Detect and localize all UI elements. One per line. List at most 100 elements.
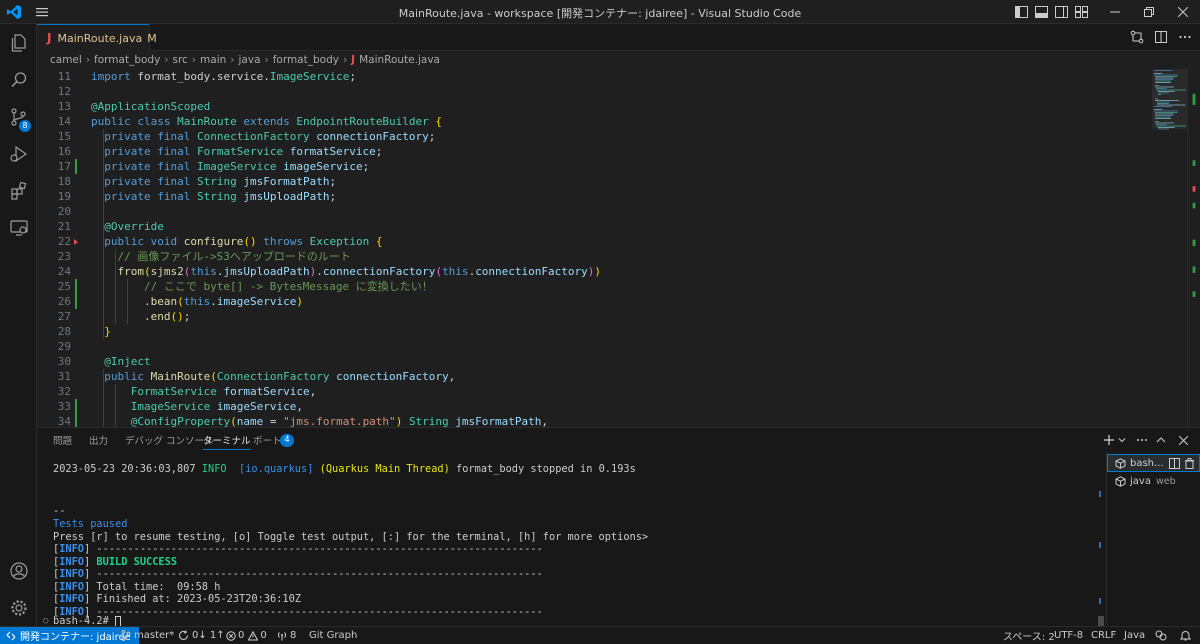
code-text: // 画像ファイル->S3へアップロードのルート (91, 250, 351, 263)
added-lines-marker[interactable] (75, 399, 77, 414)
added-lines-marker[interactable] (75, 294, 77, 309)
run-debug-button[interactable] (0, 136, 37, 172)
code-line[interactable]: 27 .end(); (37, 309, 1112, 324)
explorer-button[interactable] (0, 25, 37, 61)
line-number: 11 (57, 70, 71, 83)
line-number: 34 (57, 415, 71, 427)
restore-button[interactable] (1132, 0, 1166, 24)
code-line[interactable]: 29 (37, 339, 1112, 354)
code-line[interactable]: 18 private final String jmsFormatPath; (37, 174, 1112, 189)
line-number: 21 (57, 220, 71, 233)
accounts-button[interactable] (0, 553, 37, 589)
code-line[interactable]: 11 import format_body.service.ImageServic… (37, 69, 1112, 84)
code-line[interactable]: 23 // 画像ファイル->S3へアップロードのルート (37, 249, 1112, 264)
line-number: 16 (57, 145, 71, 158)
extensions-button[interactable] (0, 173, 37, 209)
terminal-launch-profile-button[interactable] (1117, 433, 1127, 447)
code-line[interactable]: 13 @ApplicationScoped (37, 99, 1112, 114)
code-line[interactable]: 25 // ここで byte[] -> BytesMessage に変換したい！ (37, 279, 1112, 294)
source-control-button[interactable]: 8 (0, 99, 37, 135)
tab-output[interactable]: 出力 (89, 433, 108, 447)
code-line[interactable]: 30 @Inject (37, 354, 1112, 369)
maximize-panel-button[interactable] (1155, 433, 1167, 447)
breadcrumb-item[interactable]: java (239, 54, 261, 66)
editor-tabs-bar: J MainRoute.java M (37, 24, 1200, 51)
line-number: 15 (57, 130, 71, 143)
tab-ports[interactable]: ポート (253, 433, 282, 447)
ports-indicator[interactable]: 8 (277, 627, 296, 644)
chevron-right-icon: › (191, 54, 197, 66)
deleted-lines-marker[interactable] (74, 239, 78, 245)
minimap[interactable] (1112, 69, 1187, 427)
terminal-scrollbar[interactable] (1096, 452, 1106, 627)
code-line[interactable]: 14 public class MainRoute extends Endpoin… (37, 114, 1112, 129)
code-line[interactable]: 31 public MainRoute(ConnectionFactory co… (37, 369, 1112, 384)
encoding-indicator[interactable]: UTF-8 (1054, 627, 1083, 644)
chevron-down-icon (1118, 438, 1126, 443)
customize-layout-icon[interactable] (1075, 4, 1088, 20)
code-line[interactable]: 28 } (37, 324, 1112, 339)
split-editor-icon[interactable] (1154, 30, 1168, 44)
code-line[interactable]: 21 @Override (37, 219, 1112, 234)
code-editor[interactable]: 11 import format_body.service.ImageServic… (37, 69, 1200, 427)
code-line[interactable]: 16 private final FormatService formatSer… (37, 144, 1112, 159)
code-line[interactable]: 24 from(sjms2(this.jmsUploadPath).connec… (37, 264, 1112, 279)
toggle-secondary-sidebar-icon[interactable] (1055, 4, 1068, 20)
added-lines-marker[interactable] (75, 414, 77, 427)
breadcrumb-item[interactable]: MainRoute.java (359, 54, 440, 66)
breadcrumb-item[interactable]: camel (50, 54, 82, 66)
sync-indicator[interactable]: 0↓ 1↑ (178, 627, 225, 644)
problems-indicator[interactable]: 0 0 (226, 627, 267, 644)
more-panel-actions-button[interactable] (1135, 433, 1149, 447)
code-line[interactable]: 22 public void configure() throws Except… (37, 234, 1112, 249)
added-lines-marker[interactable] (75, 159, 77, 174)
tab-debug-console[interactable]: デバッグ コンソール (125, 433, 214, 447)
branch-indicator[interactable]: master* (121, 627, 174, 644)
code-line[interactable]: 26 .bean(this.imageService) (37, 294, 1112, 309)
code-line[interactable]: 32 FormatService formatService, (37, 384, 1112, 399)
breadcrumb-item[interactable]: format_body (273, 54, 339, 66)
new-terminal-button[interactable] (1103, 433, 1115, 447)
notifications-button[interactable] (1180, 627, 1191, 644)
tab-terminal[interactable]: ターミナル (203, 433, 251, 450)
open-changes-icon[interactable] (1130, 30, 1144, 44)
toggle-primary-sidebar-icon[interactable] (1015, 4, 1028, 20)
code-text: private final String jmsUploadPath; (104, 190, 337, 203)
terminal[interactable]: 2023-05-23 20:36:03,807 INFO [io.quarkus… (37, 452, 1102, 627)
trash-icon[interactable] (1184, 457, 1195, 469)
breadcrumb-item[interactable]: main (200, 54, 226, 66)
code-line[interactable]: 33 ImageService imageService, (37, 399, 1112, 414)
terminal-list-item[interactable]: java web (1107, 472, 1200, 490)
tab-problems[interactable]: 問題 (53, 433, 72, 447)
hamburger-menu-icon[interactable] (34, 4, 50, 20)
breadcrumb-item[interactable]: format_body (94, 54, 160, 66)
code-line[interactable]: 19 private final String jmsUploadPath; (37, 189, 1112, 204)
code-text: public void configure() throws Exception… (104, 235, 383, 248)
split-terminal-icon[interactable] (1168, 457, 1180, 469)
breadcrumb-item[interactable]: src (173, 54, 188, 66)
code-line[interactable]: 34 @ConfigProperty(name = "jms.format.pa… (37, 414, 1112, 427)
feedback-button[interactable] (1155, 627, 1167, 644)
added-lines-marker[interactable] (75, 279, 77, 294)
search-button[interactable] (0, 62, 37, 98)
close-panel-button[interactable] (1177, 433, 1189, 447)
code-line[interactable]: 15 private final ConnectionFactory conne… (37, 129, 1112, 144)
eol-indicator[interactable]: CRLF (1091, 627, 1116, 644)
language-indicator[interactable]: Java (1124, 627, 1145, 644)
code-line[interactable]: 17 private final ImageService imageServi… (37, 159, 1112, 174)
close-window-button[interactable] (1166, 0, 1200, 24)
tab-mainroute-java[interactable]: J MainRoute.java M (37, 24, 157, 51)
indentation-indicator[interactable]: スペース: 2 (1003, 627, 1055, 644)
code-line[interactable]: 20 (37, 204, 1112, 219)
remote-explorer-button[interactable] (0, 210, 37, 246)
git-graph-button[interactable]: Git Graph (309, 627, 357, 644)
code-line[interactable]: 12 (37, 84, 1112, 99)
line-number: 27 (57, 310, 71, 323)
manage-button[interactable] (0, 590, 37, 626)
terminal-list-item[interactable]: bash... (1107, 454, 1200, 472)
minimize-button[interactable] (1098, 0, 1132, 24)
remote-indicator[interactable]: 開発コンテナー: jdairee (0, 627, 139, 644)
toggle-panel-icon[interactable] (1035, 4, 1048, 20)
more-actions-icon[interactable] (1178, 30, 1192, 44)
minimap-line (1156, 125, 1186, 127)
